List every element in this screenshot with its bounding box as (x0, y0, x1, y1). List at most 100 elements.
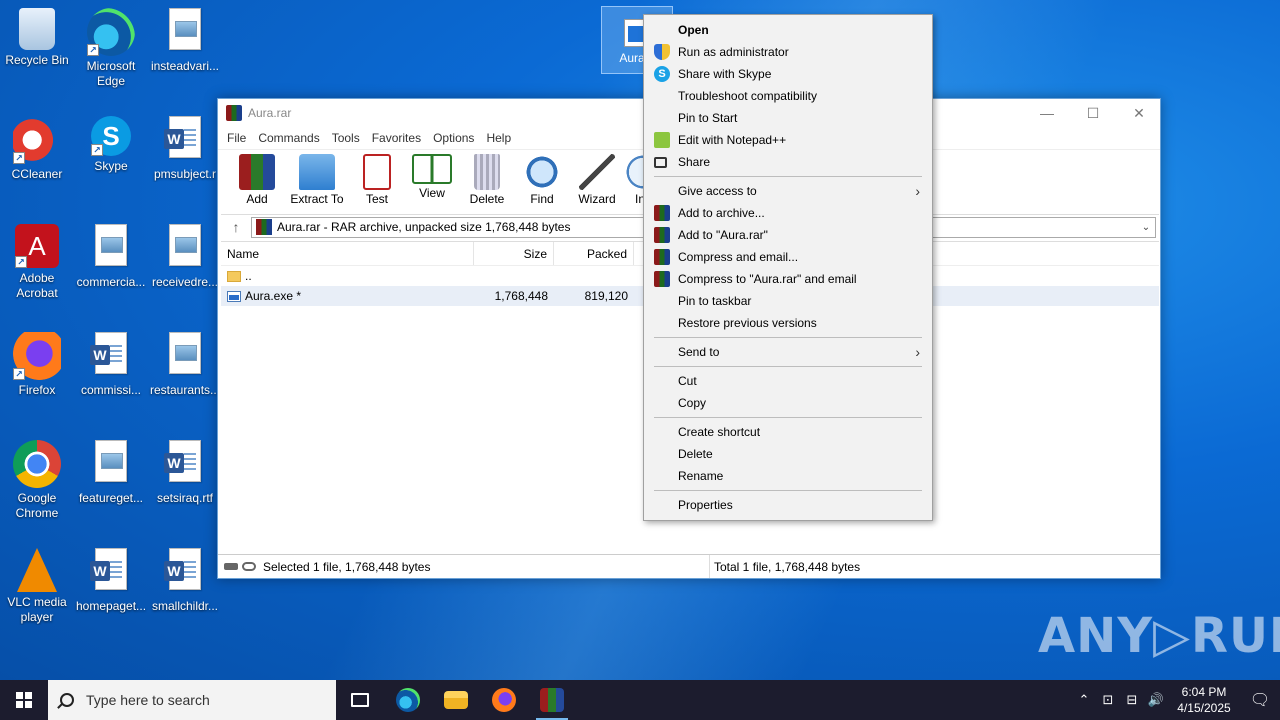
volume-icon[interactable]: 🔊 (1144, 692, 1168, 708)
toolbar-add-button[interactable]: Add (230, 150, 284, 206)
desktop-icon-firefox[interactable]: ↗ Firefox (0, 328, 74, 428)
menu-help[interactable]: Help (481, 131, 516, 145)
menu-tools[interactable]: Tools (327, 131, 365, 145)
taskbar-edge[interactable] (384, 680, 432, 720)
taskbar-search-box[interactable]: Type here to search (48, 680, 336, 720)
menu-item-copy[interactable]: Copy (644, 392, 932, 414)
status-selected: Selected 1 file, 1,768,448 bytes (263, 560, 431, 574)
desktop-icon-restaurants[interactable]: restaurants... (148, 328, 222, 428)
taskbar-firefox[interactable] (480, 680, 528, 720)
menu-item-share[interactable]: Share (644, 151, 932, 173)
meet-now-icon[interactable]: ⊡ (1096, 692, 1120, 708)
menu-item-properties[interactable]: Properties (644, 494, 932, 516)
chevron-right-icon: › (915, 344, 920, 360)
system-tray: ⌃ ⊡ ⊟ 🔊 6:04 PM 4/15/2025 🗨 (1072, 680, 1280, 720)
start-button[interactable] (0, 680, 48, 720)
desktop-icon-skype[interactable]: S ↗ Skype (74, 112, 148, 212)
word-file-icon: W (161, 116, 209, 164)
search-placeholder: Type here to search (86, 692, 210, 708)
anyrun-watermark: ANY▷RUN (1038, 608, 1280, 664)
desktop-icon-edge[interactable]: ↗ Microsoft Edge (74, 4, 148, 104)
menu-item-create-shortcut[interactable]: Create shortcut (644, 421, 932, 443)
toolbar-extract-to-button[interactable]: Extract To (285, 150, 349, 206)
task-view-button[interactable] (336, 680, 384, 720)
skype-icon: S ↗ (91, 116, 131, 156)
desktop-icon-receivedre[interactable]: receivedre... (148, 220, 222, 320)
menu-item-share-with-skype[interactable]: S Share with Skype (644, 63, 932, 85)
desktop-icon-featureget[interactable]: featureget... (74, 436, 148, 536)
column-header-packed[interactable]: Packed (554, 242, 634, 265)
desktop-icon-commissi[interactable]: W commissi... (74, 328, 148, 428)
menu-item-run-as-administrator[interactable]: Run as administrator (644, 41, 932, 63)
desktop-icon-insteadvari[interactable]: insteadvari... (148, 4, 222, 104)
recycle-bin-icon (19, 8, 55, 50)
file-name: .. (245, 269, 252, 283)
taskbar-file-explorer[interactable] (432, 680, 480, 720)
toolbar-find-button[interactable]: Find (515, 150, 569, 206)
menu-item-open[interactable]: Open (644, 19, 932, 41)
desktop-icon-homepaget[interactable]: W homepaget... (74, 544, 148, 644)
menu-item-compress-to-aura-rar-and-email[interactable]: Compress to "Aura.rar" and email (644, 268, 932, 290)
column-header-name[interactable]: Name (221, 242, 474, 265)
chevron-right-icon: › (915, 183, 920, 199)
menu-item-rename[interactable]: Rename (644, 465, 932, 487)
desktop-icon-ccleaner[interactable]: ↗ CCleaner (0, 112, 74, 212)
menu-options[interactable]: Options (428, 131, 479, 145)
edge-icon (396, 688, 420, 712)
clock[interactable]: 6:04 PM 4/15/2025 (1168, 684, 1240, 716)
word-file-icon: W (87, 548, 135, 596)
file-size: 1,768,448 (494, 289, 548, 303)
image-file-icon (87, 440, 135, 488)
menu-item-pin-to-start[interactable]: Pin to Start (644, 107, 932, 129)
menu-file[interactable]: File (222, 131, 251, 145)
maximize-button[interactable]: ☐ (1070, 99, 1116, 127)
menu-item-add-to-archive[interactable]: Add to archive... (644, 202, 932, 224)
menu-favorites[interactable]: Favorites (367, 131, 426, 145)
menu-item-restore-previous-versions[interactable]: Restore previous versions (644, 312, 932, 334)
desktop-icon-google-chrome[interactable]: Google Chrome (0, 436, 74, 536)
toolbar-test-button[interactable]: Test (350, 150, 404, 206)
menu-item-send-to[interactable]: Send to › (644, 341, 932, 363)
desktop-icon-smallchildr[interactable]: W smallchildr... (148, 544, 222, 644)
up-arrow-icon[interactable]: ↑ (221, 219, 251, 235)
desktop-icon-recycle-bin[interactable]: Recycle Bin (0, 4, 74, 104)
menu-separator (654, 176, 922, 177)
menu-item-add-to-aura-rar[interactable]: Add to "Aura.rar" (644, 224, 932, 246)
taskbar-winrar[interactable] (528, 680, 576, 720)
firefox-icon (492, 688, 516, 712)
network-icon[interactable]: ⊟ (1120, 692, 1144, 708)
chevron-up-icon[interactable]: ⌃ (1072, 692, 1096, 708)
archive-path-text: Aura.rar - RAR archive, unpacked size 1,… (277, 220, 571, 234)
menu-item-give-access-to[interactable]: Give access to › (644, 180, 932, 202)
word-file-icon: W (87, 332, 135, 380)
chevron-down-icon[interactable]: ⌄ (1137, 222, 1155, 233)
image-file-icon (161, 332, 209, 380)
toolbar-view-button[interactable]: View (405, 150, 459, 200)
desktop-icon-pmsubject[interactable]: W pmsubject.r (148, 112, 222, 212)
adobe-acrobat-icon: A ↗ (15, 224, 59, 268)
wizard-wand-icon (579, 154, 615, 190)
winrar-icon (654, 227, 670, 243)
minimize-button[interactable]: — (1024, 99, 1070, 127)
image-file-icon (161, 224, 209, 272)
menu-item-troubleshoot-compatibility[interactable]: Troubleshoot compatibility (644, 85, 932, 107)
menu-separator (654, 417, 922, 418)
menu-item-pin-to-taskbar[interactable]: Pin to taskbar (644, 290, 932, 312)
menu-commands[interactable]: Commands (253, 131, 324, 145)
notifications-icon[interactable]: 🗨 (1240, 690, 1280, 710)
desktop-icon-setsiraq[interactable]: W setsiraq.rtf (148, 436, 222, 536)
menu-item-compress-and-email[interactable]: Compress and email... (644, 246, 932, 268)
menu-item-edit-with-notepad[interactable]: Edit with Notepad++ (644, 129, 932, 151)
toolbar-delete-button[interactable]: Delete (460, 150, 514, 206)
desktop-icon-commercia[interactable]: commercia... (74, 220, 148, 320)
menu-item-cut[interactable]: Cut (644, 370, 932, 392)
toolbar-wizard-button[interactable]: Wizard (570, 150, 624, 206)
column-header-size[interactable]: Size (474, 242, 554, 265)
file-packed-size: 819,120 (584, 289, 628, 303)
menu-item-delete[interactable]: Delete (644, 443, 932, 465)
folder-icon (227, 271, 241, 283)
desktop-icon-vlc[interactable]: VLC media player (0, 544, 74, 644)
close-button[interactable]: ✕ (1116, 99, 1162, 127)
desktop-icon-adobe-acrobat[interactable]: A ↗ Adobe Acrobat (0, 220, 74, 320)
edge-icon: ↗ (87, 8, 135, 56)
